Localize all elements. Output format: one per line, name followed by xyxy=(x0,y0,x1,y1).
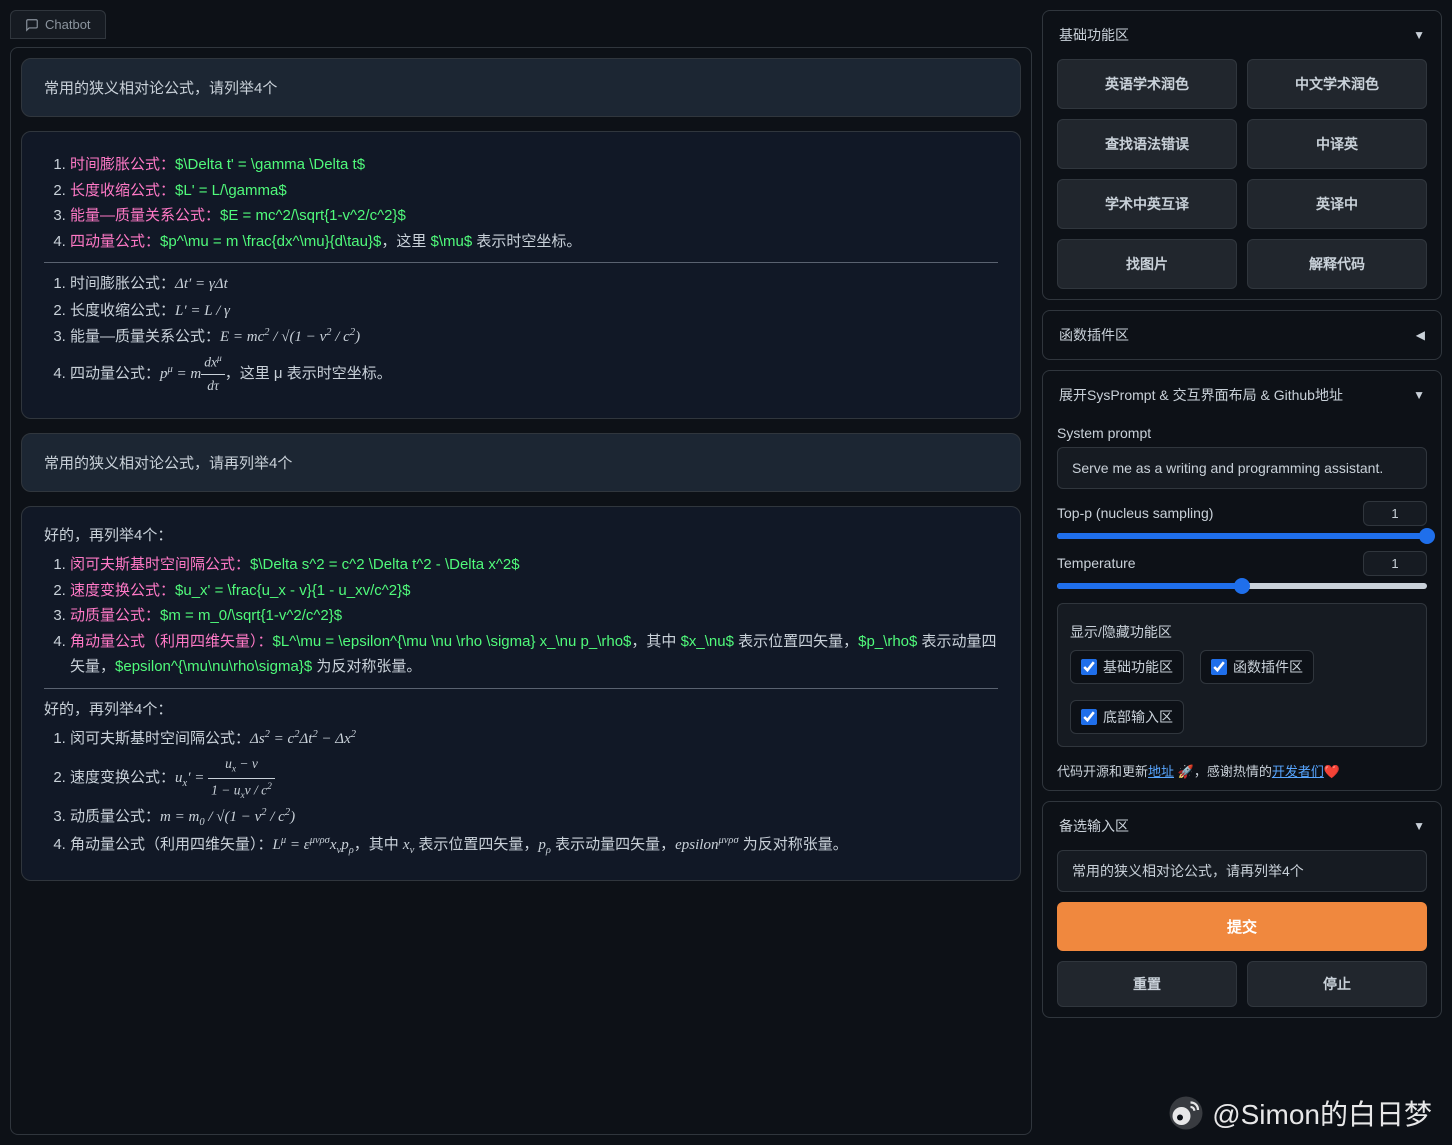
advanced-header[interactable]: 展开SysPrompt & 交互界面布局 & Github地址 ▼ xyxy=(1057,381,1427,409)
fn-chinese-polish[interactable]: 中文学术润色 xyxy=(1247,59,1427,109)
formula-list-raw: 时间膨胀公式：$\Delta t' = \gamma \Delta t$ 长度收… xyxy=(44,152,998,254)
fn-en-to-cn[interactable]: 英译中 xyxy=(1247,179,1427,229)
checkbox-bottom-input[interactable]: 底部输入区 xyxy=(1070,700,1184,734)
temperature-label: Temperature xyxy=(1057,555,1136,571)
alt-input-section: 备选输入区 ▼ 提交 重置 停止 xyxy=(1042,801,1442,1018)
math-expr: E = mc2 / √(1 − v2 / c2) xyxy=(220,329,360,345)
tab-label: Chatbot xyxy=(45,17,91,32)
fn-cn-to-en[interactable]: 中译英 xyxy=(1247,119,1427,169)
section-title: 备选输入区 xyxy=(1059,816,1129,836)
divider xyxy=(44,688,998,689)
tab-bar: Chatbot xyxy=(10,10,1032,39)
assistant-intro: 好的，再列举4个： xyxy=(44,523,998,549)
reset-button[interactable]: 重置 xyxy=(1057,961,1237,1007)
formula-list-rendered: 闵可夫斯基时空间隔公式：Δs2 = c2Δt2 − Δx2 速度变换公式：ux′… xyxy=(44,726,998,859)
formula-list-rendered: 时间膨胀公式：Δt′ = γΔt 长度收缩公式：L′ = L / γ 能量—质量… xyxy=(44,271,998,398)
top-p-slider[interactable] xyxy=(1057,533,1427,539)
section-title: 展开SysPrompt & 交互界面布局 & Github地址 xyxy=(1059,385,1343,405)
math-expr: pμ = mdxμdτ xyxy=(160,366,225,382)
chevron-down-icon: ▼ xyxy=(1413,28,1425,42)
alt-input-field[interactable] xyxy=(1057,850,1427,892)
checkbox-input[interactable] xyxy=(1211,659,1227,675)
assistant-message: 好的，再列举4个： 闵可夫斯基时空间隔公式：$\Delta s^2 = c^2 … xyxy=(21,506,1021,881)
fn-explain-code[interactable]: 解释代码 xyxy=(1247,239,1427,289)
contributors-link[interactable]: 开发者们 xyxy=(1272,764,1324,779)
chevron-down-icon: ▼ xyxy=(1413,819,1425,833)
temperature-value[interactable]: 1 xyxy=(1363,551,1427,576)
math-expr: L′ = L / γ xyxy=(175,303,230,319)
user-text: 常用的狭义相对论公式，请列举4个 xyxy=(44,80,277,97)
checkbox-basic[interactable]: 基础功能区 xyxy=(1070,650,1184,684)
alt-input-header[interactable]: 备选输入区 ▼ xyxy=(1057,812,1427,840)
tab-chatbot[interactable]: Chatbot xyxy=(10,10,106,39)
system-prompt-input[interactable]: Serve me as a writing and programming as… xyxy=(1057,447,1427,489)
fn-english-polish[interactable]: 英语学术润色 xyxy=(1057,59,1237,109)
basic-functions-header[interactable]: 基础功能区 ▼ xyxy=(1057,21,1427,49)
math-expr: Δt′ = γΔt xyxy=(175,276,228,292)
basic-button-grid: 英语学术润色 中文学术润色 查找语法错误 中译英 学术中英互译 英译中 找图片 … xyxy=(1057,59,1427,289)
math-expr: ux′ = ux − v1 − uxv / c2 xyxy=(175,770,275,786)
system-prompt-label: System prompt xyxy=(1057,425,1427,441)
temperature-slider[interactable] xyxy=(1057,583,1427,589)
divider xyxy=(44,262,998,263)
basic-functions-section: 基础功能区 ▼ 英语学术润色 中文学术润色 查找语法错误 中译英 学术中英互译 … xyxy=(1042,10,1442,300)
checkbox-plugins[interactable]: 函数插件区 xyxy=(1200,650,1314,684)
chat-panel: Chatbot 常用的狭义相对论公式，请列举4个 时间膨胀公式：$\Delta … xyxy=(10,10,1032,1135)
chevron-left-icon: ◀ xyxy=(1416,328,1425,342)
submit-button[interactable]: 提交 xyxy=(1057,902,1427,951)
checkbox-input[interactable] xyxy=(1081,709,1097,725)
repo-link[interactable]: 地址 xyxy=(1148,764,1174,779)
stop-button[interactable]: 停止 xyxy=(1247,961,1427,1007)
chat-area[interactable]: 常用的狭义相对论公式，请列举4个 时间膨胀公式：$\Delta t' = \ga… xyxy=(10,47,1032,1135)
plugins-section: 函数插件区 ◀ xyxy=(1042,310,1442,360)
user-message: 常用的狭义相对论公式，请列举4个 xyxy=(21,58,1021,117)
control-panel: 基础功能区 ▼ 英语学术润色 中文学术润色 查找语法错误 中译英 学术中英互译 … xyxy=(1042,10,1442,1135)
credits-line: 代码开源和更新地址 🚀，感谢热情的开发者们❤️ xyxy=(1057,761,1427,780)
math-expr: Δs2 = c2Δt2 − Δx2 xyxy=(250,731,356,747)
fn-find-image[interactable]: 找图片 xyxy=(1057,239,1237,289)
math-expr: m = m0 / √(1 − v2 / c2) xyxy=(160,809,295,825)
fn-academic-translate[interactable]: 学术中英互译 xyxy=(1057,179,1237,229)
section-title: 基础功能区 xyxy=(1059,25,1129,45)
top-p-label: Top-p (nucleus sampling) xyxy=(1057,505,1213,521)
section-title: 函数插件区 xyxy=(1059,325,1129,345)
fn-grammar-check[interactable]: 查找语法错误 xyxy=(1057,119,1237,169)
formula-list-raw: 闵可夫斯基时空间隔公式：$\Delta s^2 = c^2 \Delta t^2… xyxy=(44,552,998,680)
assistant-intro: 好的，再列举4个： xyxy=(44,697,998,723)
chevron-down-icon: ▼ xyxy=(1413,388,1425,402)
user-message: 常用的狭义相对论公式，请再列举4个 xyxy=(21,433,1021,492)
advanced-section: 展开SysPrompt & 交互界面布局 & Github地址 ▼ System… xyxy=(1042,370,1442,791)
checkbox-input[interactable] xyxy=(1081,659,1097,675)
user-text: 常用的狭义相对论公式，请再列举4个 xyxy=(44,455,292,472)
top-p-value[interactable]: 1 xyxy=(1363,501,1427,526)
visibility-box: 显示/隐藏功能区 基础功能区 函数插件区 底部输入区 xyxy=(1057,603,1427,747)
math-expr: Lμ = εμνρσxνpρ xyxy=(273,837,354,853)
plugins-header[interactable]: 函数插件区 ◀ xyxy=(1057,321,1427,349)
visibility-label: 显示/隐藏功能区 xyxy=(1070,622,1414,642)
chat-icon xyxy=(25,18,39,32)
assistant-message: 时间膨胀公式：$\Delta t' = \gamma \Delta t$ 长度收… xyxy=(21,131,1021,419)
